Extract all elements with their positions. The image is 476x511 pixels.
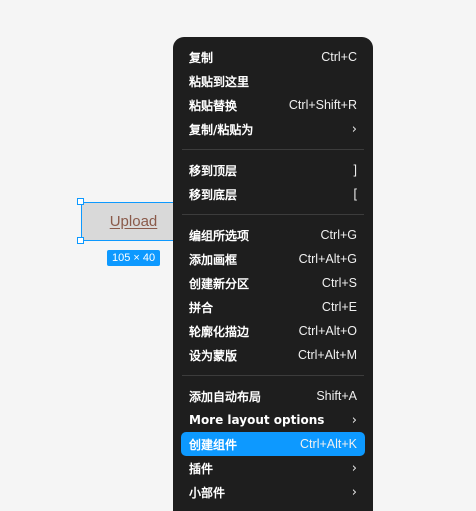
menu-item-shortcut: Ctrl+S — [321, 276, 357, 290]
design-canvas[interactable]: Upload 105 × 40 复制 Ctrl+C 粘贴到这里 粘贴替换 Ctr… — [0, 0, 476, 511]
menu-divider — [182, 375, 364, 376]
menu-item-copy[interactable]: 复制 Ctrl+C — [181, 45, 365, 69]
menu-item-shortcut: Ctrl+Alt+K — [300, 437, 357, 451]
menu-item-send-to-back[interactable]: 移到底层 [ — [181, 182, 365, 206]
menu-item-group-selection[interactable]: 编组所选项 Ctrl+G — [181, 223, 365, 247]
menu-item-shortcut: Ctrl+Shift+R — [288, 98, 357, 112]
menu-item-label: 粘贴替换 — [189, 98, 238, 113]
menu-item-label: 拼合 — [189, 300, 214, 315]
menu-item-outline-stroke[interactable]: 轮廓化描边 Ctrl+Alt+O — [181, 319, 365, 343]
size-badge: 105 × 40 — [107, 250, 161, 266]
chevron-right-icon: › — [351, 121, 357, 137]
menu-item-label: 插件 — [189, 461, 214, 476]
menu-item-add-frame[interactable]: 添加画框 Ctrl+Alt+G — [181, 247, 365, 271]
menu-item-label: 编组所选项 — [189, 228, 250, 243]
selected-frame[interactable]: Upload — [81, 202, 184, 241]
menu-item-label: 复制 — [189, 50, 214, 65]
menu-item-more-layout-options[interactable]: More layout options › — [181, 408, 365, 432]
menu-item-copy-paste-as[interactable]: 复制/粘贴为 › — [181, 117, 365, 141]
menu-divider — [182, 214, 364, 215]
menu-item-label: 粘贴到这里 — [189, 74, 250, 89]
chevron-right-icon: › — [351, 484, 357, 500]
chevron-right-icon: › — [351, 460, 357, 476]
menu-item-add-auto-layout[interactable]: 添加自动布局 Shift+A — [181, 384, 365, 408]
menu-item-label: 添加自动布局 — [189, 389, 262, 404]
menu-item-label: 创建新分区 — [189, 276, 250, 291]
menu-item-label: 移到顶层 — [189, 163, 238, 178]
menu-divider — [182, 149, 364, 150]
menu-item-paste-here[interactable]: 粘贴到这里 — [181, 69, 365, 93]
menu-item-shortcut: [ — [353, 187, 357, 201]
menu-item-label: 设为蒙版 — [189, 348, 238, 363]
menu-item-shortcut: Shift+A — [316, 389, 357, 403]
menu-item-shortcut: Ctrl+G — [320, 228, 357, 242]
menu-item-create-component[interactable]: 创建组件 Ctrl+Alt+K — [181, 432, 365, 456]
menu-item-shortcut: Ctrl+Alt+O — [298, 324, 357, 338]
menu-item-label: 移到底层 — [189, 187, 238, 202]
menu-item-flatten[interactable]: 拼合 Ctrl+E — [181, 295, 365, 319]
resize-handle-top-left[interactable] — [77, 198, 84, 205]
menu-item-label: 复制/粘贴为 — [189, 122, 254, 137]
menu-item-shortcut: Ctrl+Alt+G — [298, 252, 357, 266]
menu-item-bring-to-front[interactable]: 移到顶层 ] — [181, 158, 365, 182]
menu-item-label: 小部件 — [189, 485, 226, 500]
menu-item-plugins[interactable]: 插件 › — [181, 456, 365, 480]
menu-item-shortcut: Ctrl+E — [321, 300, 357, 314]
menu-item-label: 添加画框 — [189, 252, 238, 267]
menu-item-paste-replace[interactable]: 粘贴替换 Ctrl+Shift+R — [181, 93, 365, 117]
menu-item-shortcut: Ctrl+Alt+M — [297, 348, 357, 362]
resize-handle-bottom-left[interactable] — [77, 237, 84, 244]
menu-item-use-as-mask[interactable]: 设为蒙版 Ctrl+Alt+M — [181, 343, 365, 367]
menu-item-label: 轮廓化描边 — [189, 324, 250, 339]
menu-item-shortcut: Ctrl+C — [321, 50, 357, 64]
context-menu: 复制 Ctrl+C 粘贴到这里 粘贴替换 Ctrl+Shift+R 复制/粘贴为… — [173, 37, 373, 511]
menu-item-label: More layout options — [189, 413, 325, 427]
frame-label: Upload — [109, 213, 158, 230]
chevron-right-icon: › — [351, 412, 357, 428]
menu-item-shortcut: ] — [353, 163, 357, 177]
menu-item-label: 创建组件 — [189, 437, 238, 452]
menu-item-widgets[interactable]: 小部件 › — [181, 480, 365, 504]
menu-item-create-section[interactable]: 创建新分区 Ctrl+S — [181, 271, 365, 295]
